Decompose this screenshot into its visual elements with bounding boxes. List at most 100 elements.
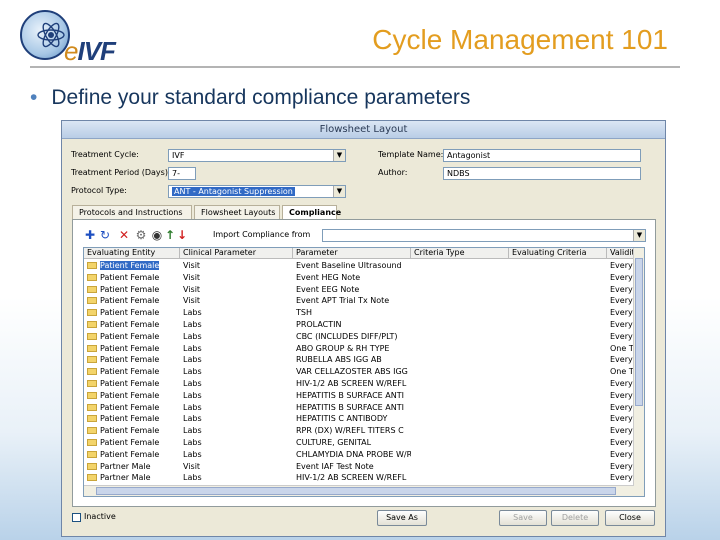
cell-text: Event Baseline Ultrasound — [296, 261, 402, 270]
table-row[interactable]: Patient Female Labs HEPATITIS B SURFACE AN… — [84, 390, 634, 402]
table-cell — [411, 461, 509, 473]
table-cell: Patient Female — [84, 354, 180, 366]
folder-icon — [87, 439, 97, 446]
column-header[interactable]: Criteria Type — [411, 248, 509, 259]
inactive-checkbox[interactable] — [72, 513, 81, 522]
table-cell: Every — [607, 425, 634, 437]
table-row[interactable]: Patient Female Visit Event Baseline Ultras… — [84, 260, 634, 272]
table-row[interactable]: Patient Female Labs HEPATITIS C ANTIBODY Ev… — [84, 413, 634, 425]
column-header[interactable]: Clinical Parameter — [180, 248, 293, 259]
treatment-cycle-select[interactable]: IVF ▼ — [168, 149, 346, 162]
vertical-scrollbar[interactable] — [633, 248, 644, 496]
table-row[interactable]: Patient Female Visit Event HEG Note Every — [84, 272, 634, 284]
table-cell — [411, 472, 509, 484]
table-cell: Every — [607, 272, 634, 284]
table-cell: Patient Female — [84, 331, 180, 343]
table-cell: Visit — [180, 295, 293, 307]
column-header[interactable]: Evaluating Entity — [84, 248, 180, 259]
save-as-button[interactable]: Save As — [377, 510, 427, 526]
table-row[interactable]: Patient Female Labs TSH Every — [84, 307, 634, 319]
template-name-input[interactable]: Antagonist — [443, 149, 641, 162]
table-cell: HIV-1/2 AB SCREEN W/REFL — [293, 472, 411, 484]
table-row[interactable]: Patient Female Labs CHLAMYDIA DNA PROBE W/… — [84, 449, 634, 461]
folder-icon — [87, 273, 97, 281]
cell-text: Every — [610, 272, 633, 282]
table-row[interactable]: Patient Female Labs CBC (INCLUDES DIFF/PLT… — [84, 331, 634, 343]
tab-protocols-and-instructions[interactable]: Protocols and Instructions — [72, 205, 192, 219]
cell-text: Patient Female — [100, 343, 160, 353]
table-cell: Patient Female — [84, 343, 180, 355]
arrow-down-icon[interactable]: ↓ — [175, 228, 189, 242]
table-cell — [509, 319, 607, 331]
delete-button[interactable]: Delete — [551, 510, 599, 526]
save-button[interactable]: Save — [499, 510, 547, 526]
table-cell: Every — [607, 402, 634, 414]
horizontal-scrollbar[interactable] — [84, 485, 634, 496]
table-row[interactable]: Patient Female Labs RUBELLA ABS IGG AB Ever… — [84, 354, 634, 366]
cell-text: Patient Female — [100, 414, 160, 424]
import-compliance-select[interactable]: ▼ — [322, 229, 646, 242]
treatment-period-input[interactable]: 7- — [168, 167, 196, 180]
column-header[interactable]: Validity — [607, 248, 634, 259]
cell-text: Every — [610, 461, 633, 471]
chevron-down-icon[interactable]: ▼ — [333, 186, 345, 197]
tab-flowsheet-layouts[interactable]: Flowsheet Layouts — [194, 205, 280, 219]
cell-text: Every — [610, 414, 633, 424]
table-cell: One Ti — [607, 343, 634, 355]
table-row[interactable]: Partner Male Labs HIV-1/2 AB SCREEN W/REFL… — [84, 472, 634, 484]
tab-compliance[interactable]: Compliance — [282, 205, 341, 220]
table-row[interactable]: Patient Female Labs RPR (DX) W/REFL TITERS… — [84, 425, 634, 437]
add-icon[interactable]: ✚ — [83, 228, 97, 242]
cell-text: HEPATITIS C ANTIBODY — [296, 414, 388, 424]
scroll-thumb[interactable] — [96, 487, 616, 495]
table-cell: CBC (INCLUDES DIFF/PLT) — [293, 331, 411, 343]
table-cell — [509, 343, 607, 355]
table-cell: Visit — [180, 461, 293, 473]
table-row[interactable]: Patient Female Visit Event EEG Note Every — [84, 284, 634, 296]
column-header[interactable]: Parameter — [293, 248, 411, 259]
protocol-type-select[interactable]: ANT - Antagonist Suppression ▼ — [168, 185, 346, 198]
table-row[interactable]: Patient Female Visit Event APT Trial Tx No… — [84, 295, 634, 307]
close-button[interactable]: Close — [605, 510, 655, 526]
folder-icon — [87, 403, 97, 411]
cell-text: Patient Female — [100, 272, 160, 282]
cell-text: Every — [610, 438, 633, 447]
refresh-icon[interactable]: ↻ — [98, 228, 112, 242]
cell-text: Partner Male — [100, 461, 151, 471]
table-cell: HEPATITIS C ANTIBODY — [293, 413, 411, 425]
table-cell: Every — [607, 472, 634, 484]
cell-text: VAR CELLAZOSTER ABS IGG — [296, 367, 408, 377]
author-input[interactable]: NDBS — [443, 167, 641, 180]
table-row[interactable]: Patient Female Labs CULTURE, GENITAL Every — [84, 437, 634, 449]
table-cell: Labs — [180, 354, 293, 366]
cell-text: Event EEG Note — [296, 284, 360, 294]
table-cell — [509, 472, 607, 484]
cell-text: Labs — [183, 331, 202, 341]
cell-text: Event HEG Note — [296, 272, 361, 282]
table-cell — [509, 354, 607, 366]
table-cell: Every — [607, 378, 634, 390]
table-cell: ABO GROUP & RH TYPE — [293, 343, 411, 355]
table-row[interactable]: Patient Female Labs HEPATITIS B SURFACE AN… — [84, 402, 634, 414]
table-cell: Event Baseline Ultrasound — [293, 260, 411, 272]
table-row[interactable]: Patient Female Labs VAR CELLAZOSTER ABS IG… — [84, 366, 634, 378]
table-row[interactable]: Patient Female Labs ABO GROUP & RH TYPE One… — [84, 343, 634, 355]
table-row[interactable]: Partner Male Visit Event IAF Test Note Ever… — [84, 461, 634, 473]
folder-icon — [87, 368, 97, 376]
chevron-down-icon[interactable]: ▼ — [333, 150, 345, 161]
cell-text: Every — [610, 355, 633, 365]
table-cell: Patient Female — [84, 260, 180, 272]
table-row[interactable]: Patient Female Labs HIV-1/2 AB SCREEN W/RE… — [84, 378, 634, 390]
settings-icon[interactable]: ⚙ — [134, 228, 148, 242]
column-header[interactable]: Evaluating Criteria — [509, 248, 607, 259]
delete-icon[interactable]: ✕ — [117, 228, 131, 242]
cell-text: PROLACTIN — [296, 320, 342, 329]
folder-icon — [87, 262, 97, 269]
radio-icon[interactable]: ◉ — [150, 228, 164, 242]
table-cell — [509, 331, 607, 343]
chevron-down-icon[interactable]: ▼ — [633, 230, 645, 241]
table-cell: Patient Female — [84, 284, 180, 296]
scroll-thumb[interactable] — [635, 258, 643, 406]
table-row[interactable]: Patient Female Labs PROLACTIN Every — [84, 319, 634, 331]
table-cell — [509, 378, 607, 390]
